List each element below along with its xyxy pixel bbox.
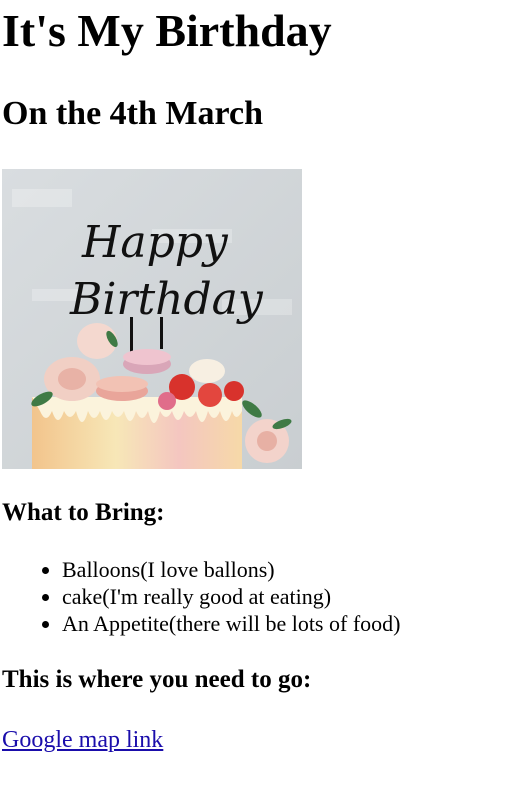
bring-list: Balloons(I love ballons) cake(I'm really… <box>2 556 515 637</box>
birthday-cake-image: Happy Birthday <box>2 169 302 469</box>
bring-heading: What to Bring: <box>2 499 165 526</box>
birthday-cake-illustration: Happy Birthday <box>2 169 302 469</box>
topper-birthday: Birthday <box>69 274 264 325</box>
list-item: An Appetite(there will be lots of food) <box>62 610 515 637</box>
google-map-link[interactable]: Google map link <box>2 725 163 755</box>
topper-happy: Happy <box>81 217 229 268</box>
list-item: Balloons(I love ballons) <box>62 556 515 583</box>
page-subtitle: On the 4th March <box>2 95 263 132</box>
page-title: It's My Birthday <box>2 5 332 56</box>
list-item: cake(I'm really good at eating) <box>62 583 515 610</box>
location-heading: This is where you need to go: <box>2 666 312 693</box>
